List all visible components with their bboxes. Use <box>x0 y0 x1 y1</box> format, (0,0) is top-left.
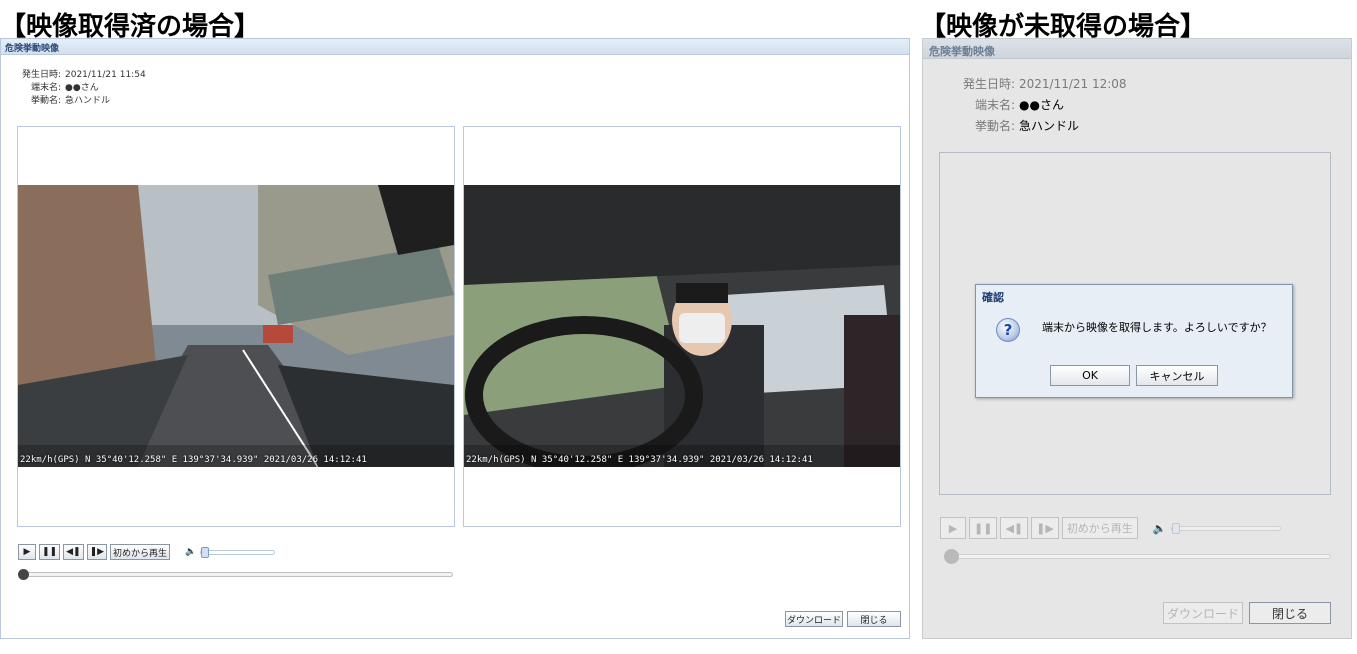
event-info: 発生日時: 2021/11/21 11:54 端末名: ●●さん 挙動名: 急ハンドル <box>9 67 146 106</box>
window-title: 危険挙動映像 <box>923 39 1351 59</box>
cancel-button[interactable]: キャンセル <box>1136 365 1218 386</box>
date-value: 2021/11/21 11:54 <box>65 70 146 80</box>
play-button[interactable]: ▶ <box>18 544 36 560</box>
volume-slider-handle[interactable] <box>201 546 210 558</box>
pause-button[interactable]: ❚❚ <box>969 517 998 539</box>
front-camera-video[interactable]: 22km/h(GPS) N 35°40'12.258" E 139°37'34.… <box>18 185 454 467</box>
video-window-acquired: 危険挙動映像 発生日時: 2021/11/21 11:54 端末名: ●●さん 挙動… <box>0 38 910 639</box>
device-label: 端末名: <box>30 83 61 93</box>
volume-slider[interactable] <box>200 546 276 558</box>
restart-button[interactable]: 初めから再生 <box>1061 517 1138 539</box>
seek-bar[interactable] <box>944 549 1331 564</box>
volume-control: 🔈 <box>185 546 276 558</box>
playback-controls: ▶ ❚❚ ◀❚ ❚▶ 初めから再生 🔈 <box>940 517 1281 539</box>
play-button[interactable]: ▶ <box>940 517 966 539</box>
dialog-message: 端末から映像を取得します。よろしいですか？ <box>1042 321 1272 334</box>
behavior-value: 急ハンドル <box>65 96 111 106</box>
close-button[interactable]: 閉じる <box>847 611 901 627</box>
seek-bar-handle[interactable] <box>944 549 959 564</box>
volume-slider-handle[interactable] <box>1171 522 1180 534</box>
behavior-value: 急ハンドル <box>1019 119 1080 133</box>
download-button[interactable]: ダウンロード <box>1163 602 1243 624</box>
seek-bar-handle[interactable] <box>18 569 29 580</box>
volume-slider[interactable] <box>1170 522 1281 534</box>
step-forward-button[interactable]: ❚▶ <box>1031 517 1059 539</box>
close-button[interactable]: 閉じる <box>1249 602 1331 624</box>
device-label: 端末名: <box>974 98 1015 112</box>
cabin-camera-video[interactable]: 22km/h(GPS) N 35°40'12.258" E 139°37'34.… <box>464 185 900 467</box>
seek-bar[interactable] <box>18 569 453 580</box>
volume-icon: 🔈 <box>1152 521 1167 535</box>
behavior-label: 挙動名: <box>974 119 1015 133</box>
confirm-dialog: 確認 ? 端末から映像を取得します。よろしいですか？ OK キャンセル <box>975 284 1293 398</box>
device-value: ●●さん <box>1019 98 1064 112</box>
question-icon: ? <box>996 318 1020 342</box>
front-video-panel: 22km/h(GPS) N 35°40'12.258" E 139°37'34.… <box>17 126 455 527</box>
restart-button[interactable]: 初めから再生 <box>110 544 171 560</box>
date-value: 2021/11/21 12:08 <box>1019 77 1127 91</box>
date-label: 発生日時: <box>21 70 61 80</box>
pause-button[interactable]: ❚❚ <box>39 544 61 560</box>
behavior-label: 挙動名: <box>30 96 61 106</box>
device-value: ●●さん <box>65 83 99 93</box>
dialog-buttons: OK キャンセル <box>1050 365 1224 386</box>
window-title: 危険挙動映像 <box>1 39 909 55</box>
dialog-title: 確認 <box>982 291 1004 304</box>
cabin-video-panel: 22km/h(GPS) N 35°40'12.258" E 139°37'34.… <box>463 126 901 527</box>
front-video-overlay: 22km/h(GPS) N 35°40'12.258" E 139°37'34.… <box>20 455 367 465</box>
playback-controls: ▶ ❚❚ ◀❚ ❚▶ 初めから再生 🔈 <box>18 544 276 560</box>
step-back-button[interactable]: ◀❚ <box>63 544 84 560</box>
step-forward-button[interactable]: ❚▶ <box>86 544 108 560</box>
volume-control: 🔈 <box>1153 522 1281 535</box>
step-back-button[interactable]: ◀❚ <box>1000 517 1029 539</box>
cabin-video-overlay: 22km/h(GPS) N 35°40'12.258" E 139°37'34.… <box>466 455 813 465</box>
video-window-not-acquired: 危険挙動映像 発生日時: 2021/11/21 12:08 端末名: ●●さん 挙動… <box>922 38 1352 639</box>
event-info: 発生日時: 2021/11/21 12:08 端末名: ●●さん 挙動名: 急ハンドル <box>935 75 1127 138</box>
ok-button[interactable]: OK <box>1050 365 1130 386</box>
date-label: 発生日時: <box>962 77 1015 91</box>
download-button[interactable]: ダウンロード <box>785 611 843 627</box>
volume-icon: 🔈 <box>185 547 197 557</box>
